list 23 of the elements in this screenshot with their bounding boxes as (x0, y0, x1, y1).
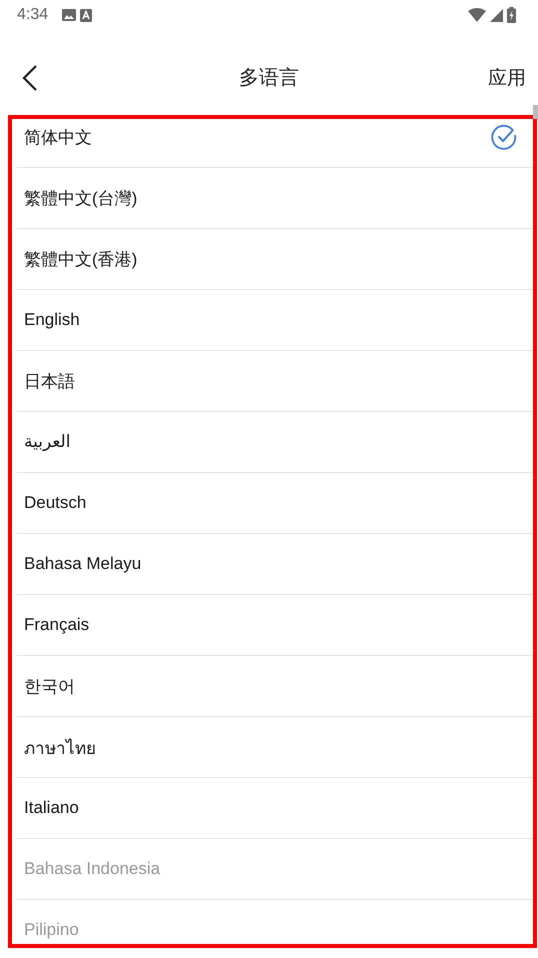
language-item[interactable]: Deutsch (17, 473, 533, 534)
check-icon (491, 124, 517, 150)
language-item[interactable]: العربية (17, 412, 533, 473)
language-item[interactable]: Italiano (17, 778, 533, 839)
language-item[interactable]: Bahasa Melayu (17, 534, 533, 595)
font-icon (80, 8, 92, 22)
apply-button[interactable]: 应用 (488, 64, 526, 90)
language-item[interactable]: Français (17, 595, 533, 656)
signal-icon (490, 8, 503, 22)
status-time: 4:34 (17, 6, 48, 24)
language-item[interactable]: ภาษาไทย (17, 717, 533, 778)
image-icon (62, 9, 76, 21)
language-item[interactable]: 简体中文 (17, 119, 533, 168)
language-item[interactable]: 繁體中文(台灣) (17, 168, 533, 229)
language-item[interactable]: 日本語 (17, 351, 533, 412)
back-button[interactable] (22, 64, 40, 92)
language-item[interactable]: English (17, 290, 533, 351)
language-item[interactable]: 繁體中文(香港) (17, 229, 533, 290)
wifi-icon (468, 8, 486, 22)
page-title: 多语言 (238, 66, 300, 91)
language-item[interactable]: 한국어 (17, 656, 533, 717)
scrollbar-thumb (533, 105, 538, 119)
battery-icon (507, 7, 516, 23)
